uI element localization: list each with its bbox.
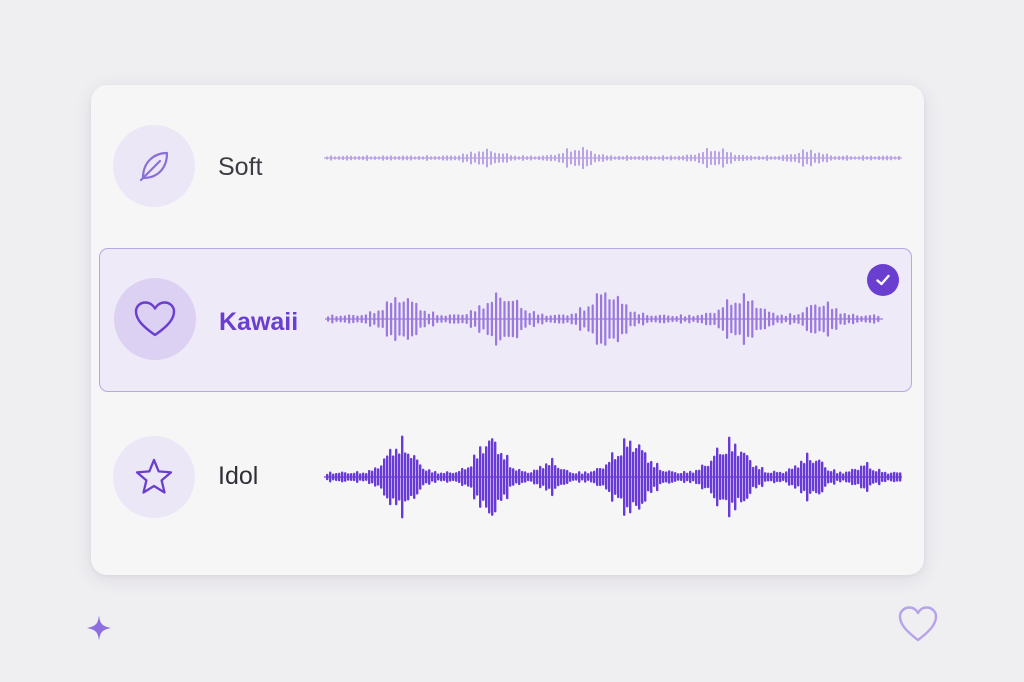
voice-option-kawaii[interactable]: Kawaii xyxy=(99,248,912,392)
kawaii-icon-circle xyxy=(114,278,196,360)
waveform-soft xyxy=(324,146,902,170)
voice-label-soft: Soft xyxy=(218,153,263,181)
heart-outline-icon xyxy=(898,606,938,642)
selected-check-badge xyxy=(867,264,899,296)
sparkle-icon xyxy=(87,615,111,641)
soft-icon-circle xyxy=(113,125,195,207)
voice-label-kawaii: Kawaii xyxy=(219,308,299,336)
waveform-kawaii xyxy=(325,292,883,346)
star-icon xyxy=(135,458,173,494)
check-icon xyxy=(876,274,890,286)
voice-label-idol: Idol xyxy=(218,462,259,490)
leaf-icon xyxy=(139,151,169,182)
voice-style-card: Soft Kawaii Idol xyxy=(91,85,924,575)
heart-icon xyxy=(134,301,176,337)
waveform-idol xyxy=(324,435,902,519)
idol-icon-circle xyxy=(113,436,195,518)
voice-option-idol[interactable]: Idol xyxy=(91,430,924,524)
voice-option-soft[interactable]: Soft xyxy=(91,125,924,219)
